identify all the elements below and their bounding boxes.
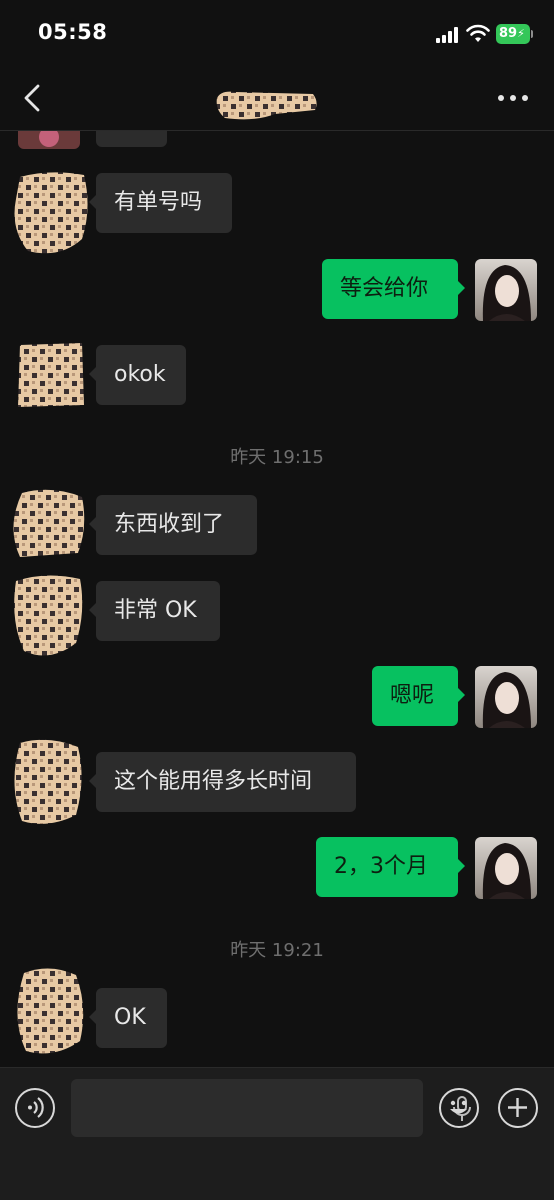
battery-tip <box>531 30 533 38</box>
message-bubble-partial[interactable] <box>96 131 167 147</box>
message-bubble[interactable]: 非常 OK <box>89 581 220 641</box>
more-dots-icon[interactable] <box>496 88 530 108</box>
input-bar <box>0 1067 554 1200</box>
self-avatar[interactable] <box>475 259 537 321</box>
voice-mode-icon[interactable] <box>15 1088 55 1128</box>
contact-name-redacted <box>216 91 317 120</box>
message-input[interactable] <box>71 1079 471 1137</box>
plus-icon[interactable] <box>498 1088 538 1128</box>
contact-avatar[interactable] <box>6 487 86 559</box>
cellular-signal-icon <box>436 27 458 43</box>
status-time: 05:58 <box>38 20 108 44</box>
battery-indicator: 89⚡ <box>496 24 530 44</box>
contact-avatar[interactable] <box>16 341 86 409</box>
contact-avatar[interactable] <box>8 735 86 827</box>
emoji-icon[interactable] <box>439 1088 479 1128</box>
timestamp: 昨天 19:21 <box>230 940 324 961</box>
self-avatar[interactable] <box>475 666 537 728</box>
battery-level: 89 <box>499 26 518 41</box>
back-arrow-icon[interactable] <box>18 80 48 116</box>
wifi-icon <box>466 24 490 42</box>
contact-avatar[interactable] <box>10 169 92 259</box>
contact-avatar[interactable] <box>10 571 86 661</box>
self-avatar[interactable] <box>475 837 537 899</box>
message-list[interactable]: 有单号吗 等会给你 okok 昨天 19:15 东西收到了 非常 OK 嗯呢 这… <box>0 131 554 1067</box>
status-bar: 05:58 89⚡ <box>0 0 554 66</box>
contact-avatar[interactable] <box>10 963 86 1057</box>
chat-header <box>0 66 554 131</box>
message-bubble[interactable]: OK <box>89 988 167 1048</box>
message-bubble[interactable]: 有单号吗 <box>89 173 232 233</box>
message-bubble[interactable]: 等会给你 <box>322 259 465 319</box>
contact-avatar[interactable] <box>18 131 80 149</box>
message-bubble[interactable]: 2，3个月 <box>316 837 465 897</box>
message-bubble[interactable]: okok <box>89 345 186 405</box>
message-bubble[interactable]: 嗯呢 <box>372 666 465 726</box>
message-bubble[interactable]: 东西收到了 <box>89 495 257 555</box>
message-bubble[interactable]: 这个能用得多长时间 <box>89 752 356 812</box>
timestamp: 昨天 19:15 <box>230 447 324 468</box>
